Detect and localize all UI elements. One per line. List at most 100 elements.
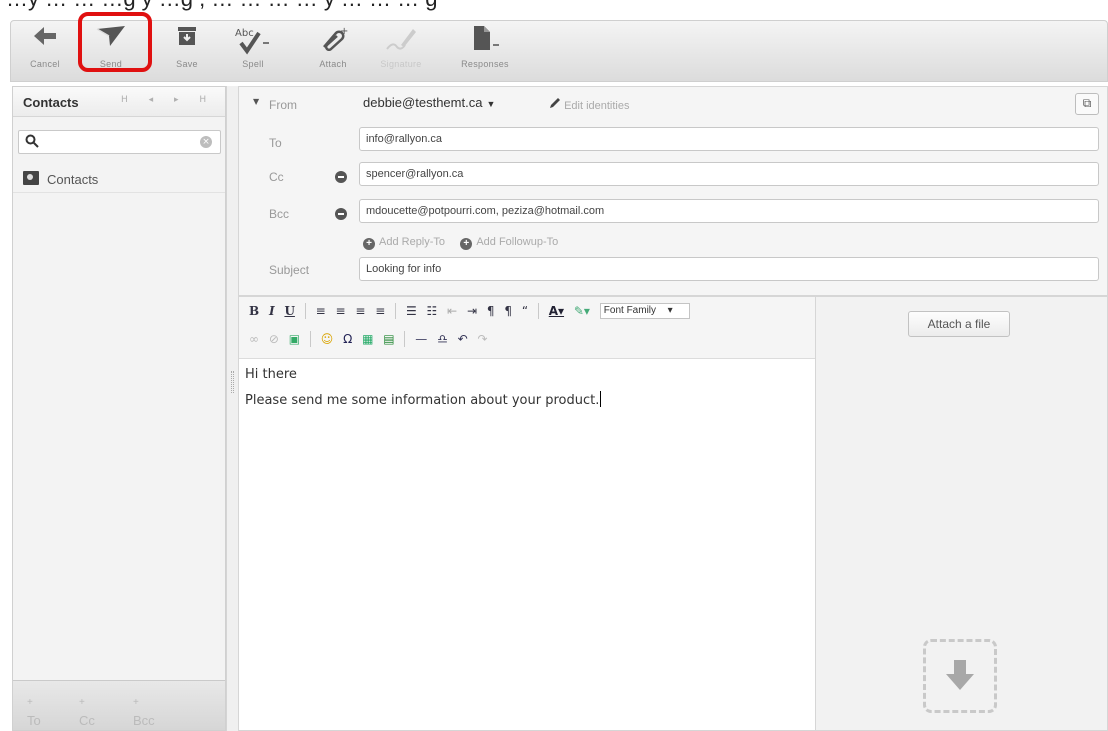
editor-toolbar-row-2: ∞ ⊘ ▣ ☺ Ω ▦ ▤ — ♎ ↶ ↷: [249, 331, 494, 353]
bullet-list-icon[interactable]: ☰: [406, 304, 417, 318]
insert-to-button[interactable]: To +: [27, 697, 41, 728]
toolbar-divider: [537, 303, 539, 319]
sidebar-title: Contacts: [23, 95, 79, 110]
insert-bcc-button[interactable]: Bcc +: [133, 697, 155, 728]
signature-button[interactable]: Signature: [369, 25, 433, 77]
panel-splitter[interactable]: [226, 86, 238, 731]
collapse-triangle-icon[interactable]: ▼: [253, 97, 259, 106]
body-line: Please send me some information about yo…: [245, 393, 600, 408]
search-icon: [25, 134, 39, 151]
highlight-color-icon[interactable]: ✎▾: [574, 304, 590, 318]
emoticon-icon[interactable]: ☺: [321, 332, 334, 346]
cancel-button[interactable]: Cancel: [17, 25, 73, 77]
unlink-icon[interactable]: ⊘: [269, 332, 279, 346]
to-label: To: [269, 136, 282, 150]
add-followup-to-link[interactable]: + Add Followup-To: [460, 236, 558, 250]
spell-button[interactable]: Abc Spell: [225, 25, 281, 77]
caption-strip: …y … … …g y …g , … … … … y … … … g: [0, 0, 1108, 20]
sidebar-item-label: Contacts: [47, 172, 99, 187]
toolbar-divider: [309, 331, 311, 347]
file-drop-zone[interactable]: [923, 639, 997, 713]
italic-icon[interactable]: I: [269, 304, 275, 318]
caption-text: …y … … …g y …g , … … … … y … … … g: [6, 0, 438, 12]
send-highlight-box: [78, 12, 152, 72]
sidebar-item-contacts[interactable]: Contacts: [13, 165, 225, 193]
cc-label: Cc: [269, 170, 284, 184]
font-family-select[interactable]: Font Family ▾: [599, 303, 690, 319]
compose-headers: ▼ From debbie@testhemt.ca ▼ Edit identiti…: [238, 86, 1108, 296]
toolbar-divider: [395, 303, 397, 319]
find-replace-icon[interactable]: ♎: [437, 332, 448, 346]
indent-icon[interactable]: ⇥: [467, 304, 477, 318]
plus-circle-icon: +: [363, 238, 375, 250]
attach-file-button[interactable]: Attach a file: [908, 311, 1010, 337]
svg-text:+: +: [340, 26, 348, 37]
underline-icon[interactable]: U: [284, 304, 294, 318]
message-body[interactable]: Hi there Please send me some information…: [245, 365, 602, 417]
rtl-icon[interactable]: ¶: [504, 304, 512, 318]
sidebar-header: Contacts H ◂ ▸ H: [13, 87, 225, 117]
bcc-field[interactable]: mdoucette@potpourri.com, peziza@hotmail.…: [359, 199, 1099, 223]
download-arrow-icon: [946, 660, 974, 690]
undo-icon[interactable]: ↶: [458, 332, 468, 346]
text-caret: [600, 391, 602, 407]
special-char-icon[interactable]: Ω: [343, 332, 352, 346]
redo-icon[interactable]: ↷: [478, 332, 488, 346]
spellcheck-icon: Abc: [225, 25, 281, 59]
plus-circle-icon: +: [460, 238, 473, 250]
clear-search-icon[interactable]: ×: [200, 136, 212, 148]
body-line: Hi there: [245, 367, 297, 382]
chevron-down-icon: ▼: [486, 99, 496, 109]
recipient-insert-bar: To + Cc + Bcc +: [13, 680, 225, 730]
signature-pen-icon: [369, 25, 433, 59]
address-book-icon: [23, 171, 39, 185]
responses-button[interactable]: Responses: [445, 25, 525, 77]
save-box-icon: [159, 25, 215, 59]
table-icon[interactable]: ▤: [383, 332, 394, 346]
text-color-icon[interactable]: A▾: [549, 304, 564, 318]
remove-cc-icon[interactable]: [335, 171, 347, 183]
attach-button[interactable]: + Attach: [305, 25, 361, 77]
toolbar-divider: [304, 303, 306, 319]
paperclip-icon: +: [305, 25, 361, 59]
align-right-icon[interactable]: ≡: [355, 304, 365, 318]
link-icon[interactable]: ∞: [249, 332, 259, 346]
to-field[interactable]: info@rallyon.ca: [359, 127, 1099, 151]
message-editor: B I U ≡ ≡ ≡ ≡ ☰ ☷ ⇤ ⇥ ¶ ¶ “ A▾ ✎▾ Font F…: [238, 296, 816, 731]
image-icon[interactable]: ▣: [289, 332, 300, 346]
splitter-grip[interactable]: [231, 371, 234, 393]
align-left-icon[interactable]: ≡: [316, 304, 326, 318]
add-reply-to-link[interactable]: + Add Reply-To: [363, 236, 445, 250]
from-identity-select[interactable]: debbie@testhemt.ca ▼: [359, 93, 499, 115]
compose-toolbar: Cancel Send Save Abc Spell + Attach Sign…: [10, 20, 1108, 82]
contacts-sidebar: Contacts H ◂ ▸ H × Contacts To + Cc + Bcc +: [12, 86, 226, 731]
editor-toolbar: B I U ≡ ≡ ≡ ≡ ☰ ☷ ⇤ ⇥ ¶ ¶ “ A▾ ✎▾ Font F…: [239, 297, 815, 359]
bcc-label: Bcc: [269, 207, 290, 221]
ltr-icon[interactable]: ¶: [487, 304, 495, 318]
outdent-icon[interactable]: ⇤: [447, 304, 457, 318]
numbered-list-icon[interactable]: ☷: [427, 304, 438, 318]
save-button[interactable]: Save: [159, 25, 215, 77]
html-source-icon[interactable]: —: [415, 332, 427, 346]
from-label: From: [269, 98, 297, 112]
align-justify-icon[interactable]: ≡: [375, 304, 385, 318]
svg-text:Abc: Abc: [235, 28, 254, 39]
media-icon[interactable]: ▦: [362, 332, 373, 346]
edit-identities-link[interactable]: Edit identities: [549, 97, 630, 112]
attachments-panel: Attach a file: [816, 296, 1108, 731]
subject-field[interactable]: Looking for info: [359, 257, 1099, 281]
blockquote-icon[interactable]: “: [522, 304, 528, 318]
bold-icon[interactable]: B: [249, 304, 259, 318]
remove-bcc-icon[interactable]: [335, 208, 347, 220]
document-icon: [445, 25, 525, 59]
contacts-search-input[interactable]: ×: [18, 130, 221, 154]
insert-cc-button[interactable]: Cc +: [79, 697, 95, 728]
subject-label: Subject: [269, 263, 310, 277]
back-arrow-icon: [17, 25, 73, 59]
popout-window-button[interactable]: ⧉: [1075, 93, 1099, 115]
align-center-icon[interactable]: ≡: [335, 304, 345, 318]
cc-field[interactable]: spencer@rallyon.ca: [359, 162, 1099, 186]
editor-toolbar-row-1: B I U ≡ ≡ ≡ ≡ ☰ ☷ ⇤ ⇥ ¶ ¶ “ A▾ ✎▾ Font F…: [249, 303, 696, 325]
pager-controls[interactable]: H ◂ ▸ H: [121, 95, 215, 105]
add-header-links: + Add Reply-To + Add Followup-To: [363, 236, 558, 250]
